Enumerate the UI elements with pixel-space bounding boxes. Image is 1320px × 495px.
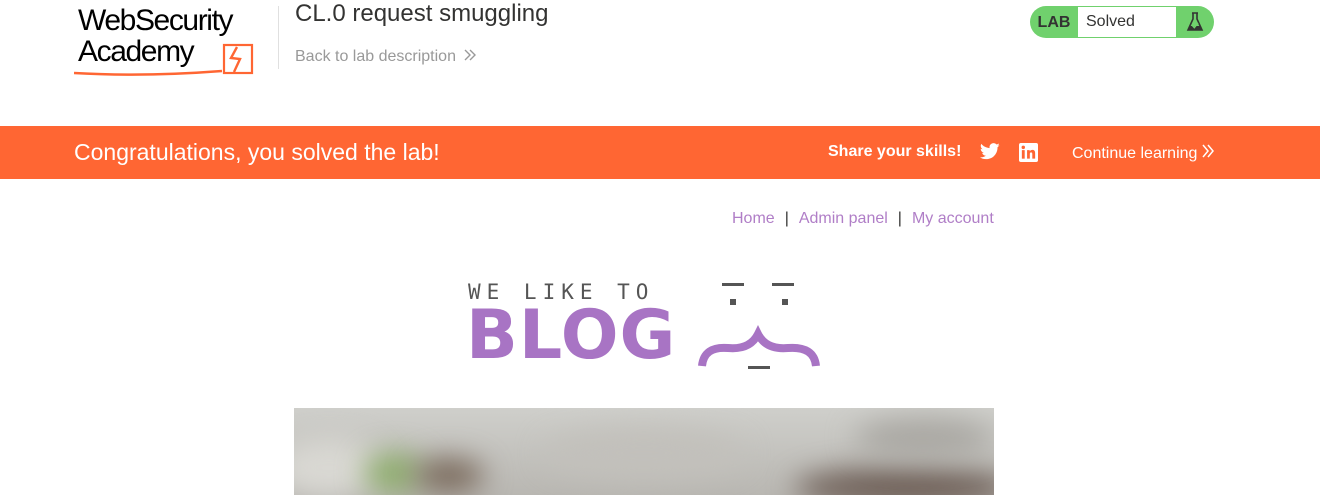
- twitter-icon[interactable]: [979, 143, 1000, 165]
- logo-line-1: WebSecurity: [78, 4, 234, 37]
- nav-separator: |: [784, 210, 789, 227]
- lab-header: WebSecurity Academy CL.0 request smuggli…: [0, 0, 1320, 126]
- blog-logo-word: BLOG: [466, 296, 677, 375]
- hero-blur-mid: [544, 428, 744, 478]
- back-link-label: Back to lab description: [295, 48, 456, 65]
- lab-status-widget: LAB Solved: [1030, 6, 1214, 38]
- logo-bolt-icon: [222, 43, 254, 75]
- blog-top-nav: Home | Admin panel | My account: [732, 210, 994, 228]
- congratulations-message: Congratulations, you solved the lab!: [74, 139, 440, 165]
- continue-learning-link[interactable]: Continue learning: [1072, 144, 1215, 163]
- lab-title: CL.0 request smuggling: [295, 0, 549, 27]
- flask-icon: [1176, 6, 1214, 38]
- blog-hero-image: [294, 408, 994, 495]
- solved-banner: Congratulations, you solved the lab! Sha…: [0, 126, 1320, 179]
- nav-separator: |: [897, 210, 902, 227]
- we-like-to-blog-logo: WE LIKE TO BLOG: [466, 280, 828, 375]
- hero-blur-grey: [854, 418, 994, 458]
- double-chevron-right-icon: [464, 48, 476, 66]
- logo-swoosh-icon: [74, 69, 223, 76]
- hero-blur-dark: [794, 468, 994, 495]
- header-divider: [278, 6, 279, 69]
- continue-learning-label: Continue learning: [1072, 144, 1198, 162]
- blog-face-icon: [698, 283, 820, 369]
- nav-my-account-link[interactable]: My account: [912, 210, 994, 228]
- web-security-academy-logo[interactable]: WebSecurity Academy: [74, 4, 278, 76]
- share-skills-label: Share your skills!: [828, 143, 962, 160]
- hero-blur-brown: [414, 458, 484, 493]
- lab-status-text: Solved: [1078, 6, 1176, 38]
- linkedin-icon[interactable]: [1019, 143, 1038, 167]
- nav-admin-panel-link[interactable]: Admin panel: [799, 210, 888, 228]
- nav-home-link[interactable]: Home: [732, 210, 775, 228]
- lab-tag: LAB: [1037, 14, 1071, 31]
- double-chevron-right-icon: [1202, 144, 1215, 163]
- back-to-lab-description-link[interactable]: Back to lab description: [295, 48, 476, 66]
- logo-line-2: Academy: [78, 35, 195, 68]
